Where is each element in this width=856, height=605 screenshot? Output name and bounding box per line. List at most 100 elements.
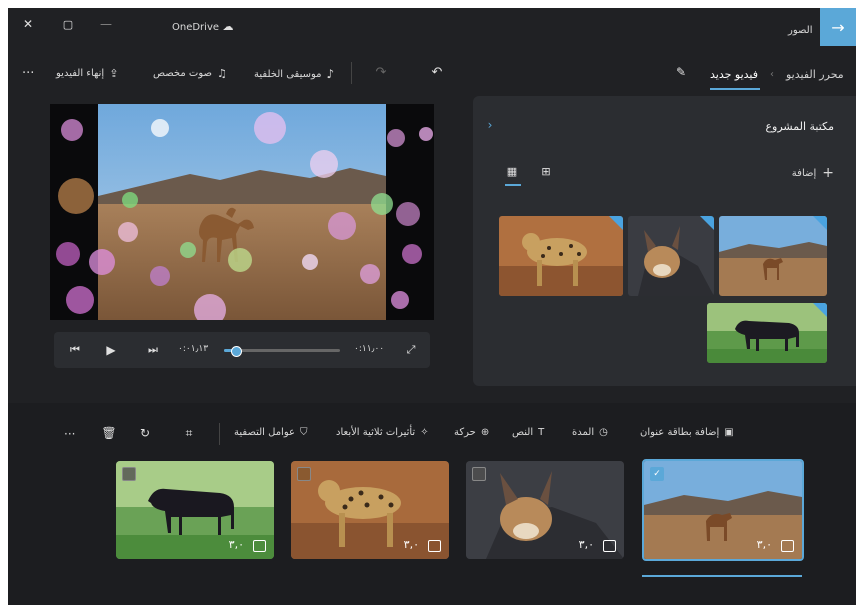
more-button[interactable]: ··· — [22, 66, 34, 81]
card-checkbox[interactable] — [472, 467, 486, 481]
3d-effects-button[interactable]: تأثيرات ثلاثية الأبعاد ✧ — [336, 427, 429, 438]
camel-clip-image — [644, 461, 802, 559]
storyboard-divider — [219, 423, 220, 445]
toolbar-divider — [351, 62, 352, 84]
grid-view-button[interactable]: ▦ — [505, 164, 521, 186]
audio-icon: ♫ — [216, 67, 227, 80]
storyboard-card-horse[interactable]: ٣,٠ — [116, 461, 274, 559]
seek-track[interactable] — [224, 346, 340, 357]
large-grid-icon[interactable]: ⊞ — [539, 164, 553, 178]
cloud-icon: ☁ — [222, 19, 234, 33]
filter-icon: ⛉ — [299, 427, 308, 438]
storyboard: ··· 🗑 ↻ ⌗ عوامل التصفية ⛉ تأثيرات ثلاثية… — [8, 403, 856, 605]
card-duration: ٣,٠ — [578, 538, 594, 551]
library-item-leopard[interactable] — [499, 216, 623, 296]
tab-underline — [710, 88, 760, 90]
card-duration: ٣,٠ — [756, 538, 772, 551]
tab-video-editor[interactable]: محرر الفيديو — [786, 68, 844, 81]
image-icon — [603, 540, 616, 552]
background-music-label: موسيقى الخلفية — [254, 68, 322, 80]
card-duration: ٣,٠ — [403, 538, 419, 551]
redo-icon[interactable]: ↷ — [372, 62, 390, 82]
view-underline — [505, 184, 521, 186]
library-item-camel[interactable] — [719, 216, 827, 296]
undo-icon[interactable]: ↶ — [428, 62, 446, 82]
previous-frame-icon[interactable]: ⏮ — [68, 342, 82, 358]
add-button[interactable]: إضافة + — [792, 165, 834, 181]
window-title: OneDrive — [172, 22, 220, 33]
leopard-thumbnail — [499, 216, 623, 296]
unused-corner-indicator — [813, 303, 827, 317]
text-button[interactable]: النص T — [512, 427, 544, 438]
duration-label: المدة — [572, 427, 595, 438]
video-preview[interactable] — [50, 104, 434, 320]
sparkle-icon: ✧ — [420, 427, 429, 438]
back-app-label: الصور — [788, 25, 813, 36]
pencil-icon[interactable]: ✎ — [672, 62, 690, 82]
unused-corner-indicator — [609, 216, 623, 230]
add-label: إضافة — [791, 167, 817, 179]
add-title-card-button[interactable]: إضافة بطاقة عنوان ▣ — [640, 427, 734, 438]
filters-button[interactable]: عوامل التصفية ⛉ — [234, 427, 307, 438]
3d-effects-label: تأثيرات ثلاثية الأبعاد — [336, 427, 416, 438]
crop-icon[interactable]: ⌗ — [182, 425, 196, 441]
collapse-library-icon[interactable]: › — [485, 118, 495, 132]
seek-thumb[interactable] — [230, 346, 242, 357]
filters-label: عوامل التصفية — [234, 427, 295, 438]
finish-video-label: إنهاء الفيديو — [56, 68, 105, 79]
export-icon: ⇪ — [109, 67, 119, 80]
card-checkbox[interactable] — [122, 467, 136, 481]
rotate-icon[interactable]: ↻ — [138, 425, 152, 441]
title-bar: ✕ ▢ — OneDrive ☁ الصور → — [8, 8, 856, 48]
camel-thumbnail — [719, 216, 827, 296]
grid-icon: ▦ — [506, 164, 518, 178]
preview-image — [50, 104, 434, 320]
plus-icon: + — [822, 165, 834, 181]
custom-audio-label: صوت مخصص — [153, 68, 212, 79]
card-duration: ٣,٠ — [228, 538, 244, 551]
duration-button[interactable]: المدة ◷ — [572, 427, 608, 438]
next-frame-icon[interactable]: ⏭ — [146, 342, 160, 358]
custom-audio-button[interactable]: صوت مخصص ♫ — [153, 67, 227, 80]
back-button[interactable]: → — [820, 8, 856, 46]
close-icon[interactable]: ✕ — [18, 14, 38, 34]
storyboard-card-caracal[interactable]: ٣,٠ — [466, 461, 624, 559]
storyboard-more-button[interactable]: ··· — [64, 427, 75, 441]
current-time: ٠:٠١٫١٣ — [178, 344, 209, 354]
motion-icon: ⊕ — [480, 427, 490, 438]
title-card-icon: ▣ — [724, 427, 734, 438]
add-title-card-label: إضافة بطاقة عنوان — [640, 427, 720, 438]
library-item-horse[interactable] — [707, 303, 827, 363]
arrow-right-icon: → — [831, 17, 845, 37]
card-checkbox-checked[interactable]: ✓ — [650, 467, 664, 481]
maximize-icon[interactable]: ▢ — [58, 14, 78, 34]
fullscreen-icon[interactable]: ⤢ — [404, 342, 418, 358]
text-icon: T — [538, 427, 545, 438]
music-icon: ♪ — [326, 67, 335, 81]
horse-thumbnail — [707, 303, 827, 363]
minimize-icon[interactable]: — — [96, 14, 116, 34]
finish-video-button[interactable]: إنهاء الفيديو ⇪ — [56, 67, 118, 80]
total-time: ٠:١١٫٠٠ — [354, 344, 385, 354]
caracal-clip-image — [466, 461, 624, 559]
library-item-caracal[interactable] — [628, 216, 714, 296]
tab-new-video[interactable]: فيديو جديد — [710, 68, 758, 81]
horse-clip-image — [116, 461, 274, 559]
leopard-clip-image — [291, 461, 449, 559]
playback-controls: ⏮ ▶ ⏭ ٠:٠١٫١٣ ٠:١١٫٠٠ ⤢ — [54, 332, 430, 368]
library-title: مكتبة المشروع — [765, 120, 834, 133]
motion-button[interactable]: حركة ⊕ — [454, 427, 489, 438]
image-icon — [428, 540, 441, 552]
motion-label: حركة — [454, 427, 476, 438]
storyboard-card-leopard[interactable]: ٣,٠ — [291, 461, 449, 559]
text-label: النص — [512, 427, 534, 438]
delete-icon[interactable]: 🗑 — [101, 425, 116, 441]
toolbar: ··· إنهاء الفيديو ⇪ صوت مخصص ♫ موسيقى ال… — [8, 54, 856, 94]
video-editor-window: ✕ ▢ — OneDrive ☁ الصور → ··· إنهاء الفيد… — [8, 8, 856, 605]
card-checkbox[interactable] — [297, 467, 311, 481]
storyboard-card-camel[interactable]: ✓ ٣,٠ — [642, 459, 804, 561]
project-library: › مكتبة المشروع ▦ ⊞ إضافة + — [473, 96, 856, 386]
selected-card-underline — [642, 575, 802, 577]
play-icon[interactable]: ▶ — [104, 342, 118, 358]
background-music-button[interactable]: موسيقى الخلفية ♪ — [254, 67, 334, 81]
